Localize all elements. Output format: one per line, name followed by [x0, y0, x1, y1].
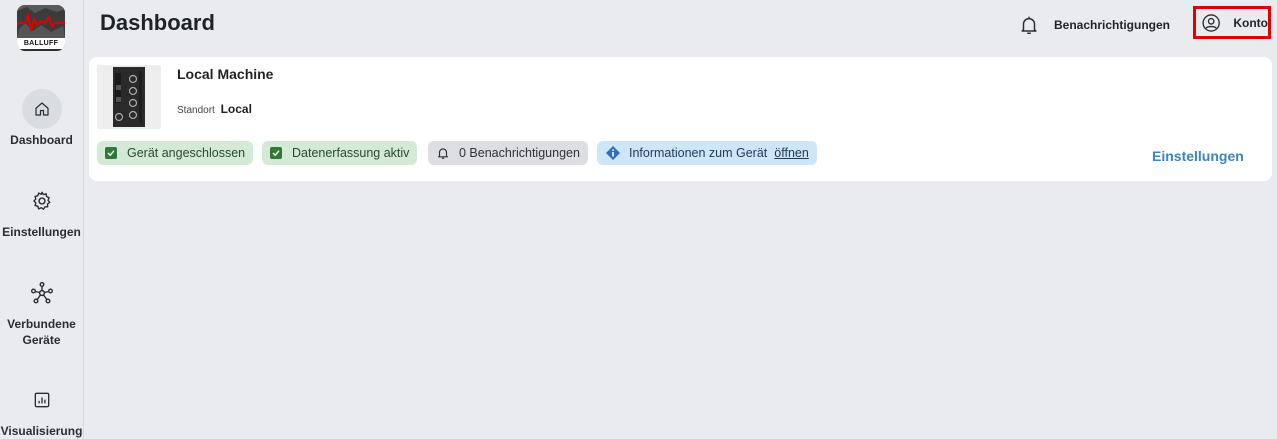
sidebar-item-label: Verbundene Geräte: [7, 317, 76, 347]
device-settings-link[interactable]: Einstellungen: [1152, 148, 1244, 164]
device-info-open-link[interactable]: öffnen: [774, 146, 809, 160]
location-label: Standort: [177, 105, 215, 116]
network-icon: [30, 282, 53, 304]
account-button[interactable]: Konto: [1193, 6, 1271, 39]
gear-icon: [32, 191, 50, 210]
status-chip-notifications[interactable]: 0 Benachrichtigungen: [428, 141, 588, 165]
chip-label: 0 Benachrichtigungen: [459, 146, 580, 160]
page-title: Dashboard: [100, 10, 215, 35]
bell-icon: [1021, 16, 1037, 34]
device-name: Local Machine: [177, 66, 274, 82]
status-chip-data-capture: Datenerfassung aktiv: [262, 141, 418, 165]
user-account-icon: [1202, 13, 1220, 32]
chip-label: Gerät angeschlossen: [127, 146, 246, 160]
status-chip-device-info: Informationen zum Gerät öffnen: [597, 141, 817, 165]
home-icon: [34, 102, 49, 116]
bell-icon: [438, 148, 448, 159]
info-icon: [606, 146, 620, 160]
device-thumbnail-icon: [113, 67, 145, 127]
sidebar-item-visualisierung[interactable]: Visualisierung: [0, 380, 83, 439]
logo-graphic-icon: [17, 5, 65, 39]
sidebar-item-dashboard[interactable]: Dashboard: [0, 89, 83, 148]
check-icon: [105, 147, 117, 159]
sidebar-item-label: Einstellungen: [2, 225, 81, 239]
logo-text: BALLUFF: [17, 38, 65, 49]
status-chip-connected: Gerät angeschlossen: [97, 141, 254, 165]
sidebar-item-label: Dashboard: [10, 133, 73, 147]
sidebar-item-label: Visualisierung: [0, 424, 83, 438]
account-label: Konto: [1233, 15, 1268, 30]
notifications-button[interactable]: Benachrichtigungen: [1018, 12, 1170, 38]
sidebar: BALLUFF Dashboard Einstellungen Verbunde…: [0, 0, 84, 439]
chart-icon: [34, 392, 49, 408]
sidebar-item-verbundene-geraete[interactable]: Verbundene Geräte: [0, 273, 83, 348]
chip-label: Informationen zum Gerät: [629, 146, 768, 160]
chip-label: Datenerfassung aktiv: [292, 146, 410, 160]
notifications-label: Benachrichtigungen: [1054, 18, 1171, 32]
device-card: Local Machine Standort Local Gerät anges…: [89, 57, 1272, 181]
device-location: Standort Local: [177, 102, 252, 116]
location-value: Local: [220, 102, 252, 116]
balluff-logo[interactable]: BALLUFF: [17, 5, 65, 51]
check-icon: [270, 147, 282, 159]
sidebar-item-einstellungen[interactable]: Einstellungen: [0, 181, 83, 240]
device-image: [97, 65, 161, 129]
